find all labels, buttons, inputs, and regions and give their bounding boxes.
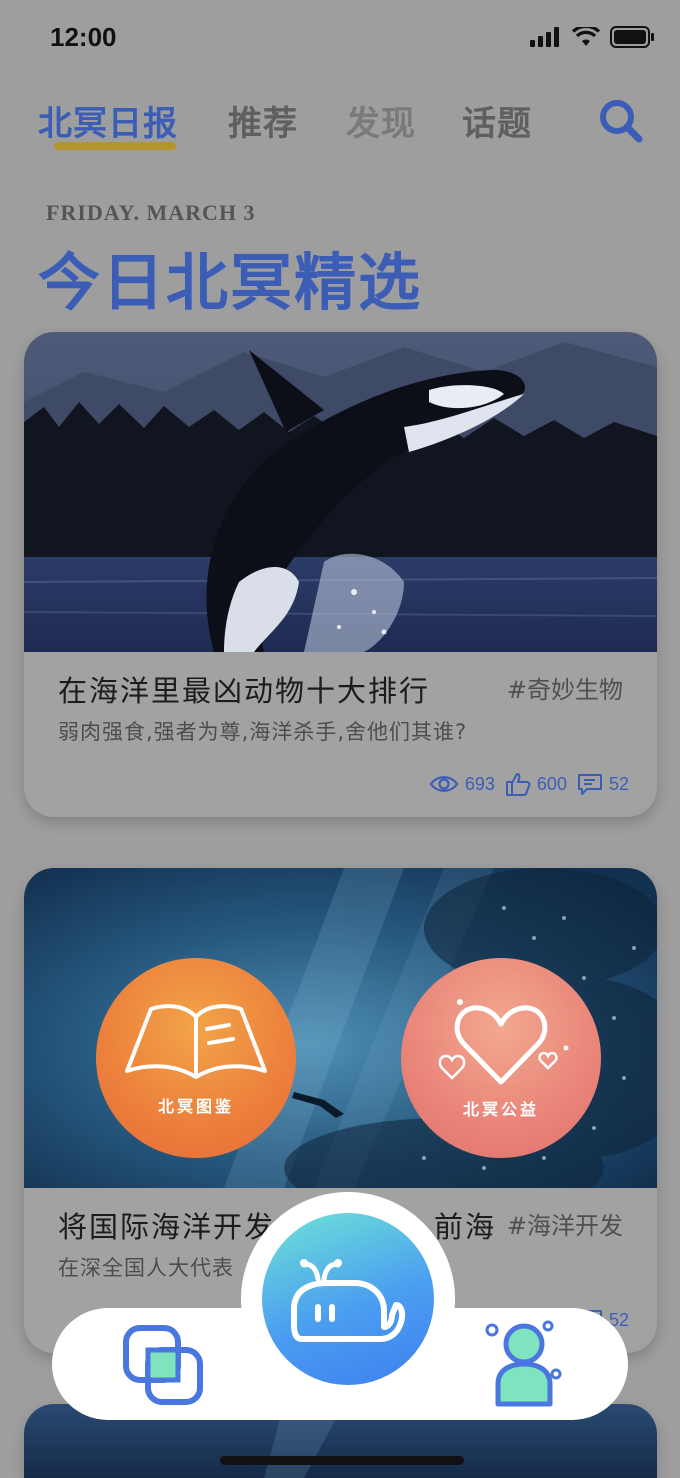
comments-count: 52: [608, 773, 629, 794]
card-tag[interactable]: #奇妙生物: [507, 670, 623, 705]
comment-icon: [577, 774, 602, 795]
tab-topics[interactable]: 话题: [462, 96, 532, 145]
whale-home-button[interactable]: [262, 1213, 434, 1385]
card-title-part: 将国际海洋开发: [58, 1210, 276, 1244]
shortcut-charity-button[interactable]: 北冥公益: [401, 958, 601, 1158]
status-time: 12:00: [50, 22, 117, 52]
views-stat: 693: [429, 774, 495, 795]
wifi-icon: [572, 27, 600, 46]
underwater-photo: 北冥图鉴 北冥公益: [24, 868, 657, 1188]
search-icon[interactable]: [598, 98, 644, 144]
card-title-part: 前海: [434, 1210, 497, 1244]
eye-icon: [429, 776, 459, 792]
orca-photo: [24, 332, 657, 652]
shortcut-encyclopedia-button[interactable]: 北冥图鉴: [96, 958, 296, 1158]
shortcut-label: 北冥图鉴: [157, 1097, 234, 1116]
likes-count: 600: [536, 773, 567, 794]
card-subtitle: 在深全国人大代表: [58, 1256, 234, 1280]
card-tag[interactable]: #海洋开发: [507, 1206, 623, 1241]
tab-daily[interactable]: 北冥日报: [38, 96, 178, 145]
date-line: FRIDAY. MARCH 3: [46, 200, 256, 225]
status-icons: [530, 26, 654, 48]
battery-icon: [610, 26, 654, 48]
shortcut-label: 北冥公益: [462, 1100, 539, 1119]
tab-discover[interactable]: 发现: [346, 96, 416, 145]
person-icon[interactable]: [482, 1318, 562, 1408]
comments-stat[interactable]: 52: [577, 772, 629, 796]
article-card[interactable]: 在海洋里最凶动物十大排行 #奇妙生物 弱肉强食,强者为尊,海洋杀手,舍他们其谁?…: [24, 332, 657, 817]
views-count: 693: [464, 773, 495, 794]
likes-stat[interactable]: 600: [505, 772, 567, 796]
tab-recommend[interactable]: 推荐: [228, 96, 298, 145]
home-indicator: [220, 1456, 464, 1465]
thumbs-up-icon: [505, 773, 531, 796]
card-title: 在海洋里最凶动物十大排行: [58, 674, 431, 708]
signal-icon: [530, 27, 559, 47]
heart-icon: [438, 999, 569, 1085]
book-icon: [125, 1004, 267, 1079]
whale-icon: [291, 1259, 406, 1342]
active-tab-indicator: [54, 142, 176, 150]
card-subtitle: 弱肉强食,强者为尊,海洋杀手,舍他们其谁?: [58, 720, 468, 744]
card-stats: 693 600 52: [425, 772, 629, 796]
squares-icon[interactable]: [122, 1324, 206, 1406]
page-title: 今日北冥精选: [38, 246, 423, 319]
status-bar: 12:00: [0, 0, 680, 80]
top-nav: 北冥日报 推荐 发现 话题: [0, 90, 680, 160]
